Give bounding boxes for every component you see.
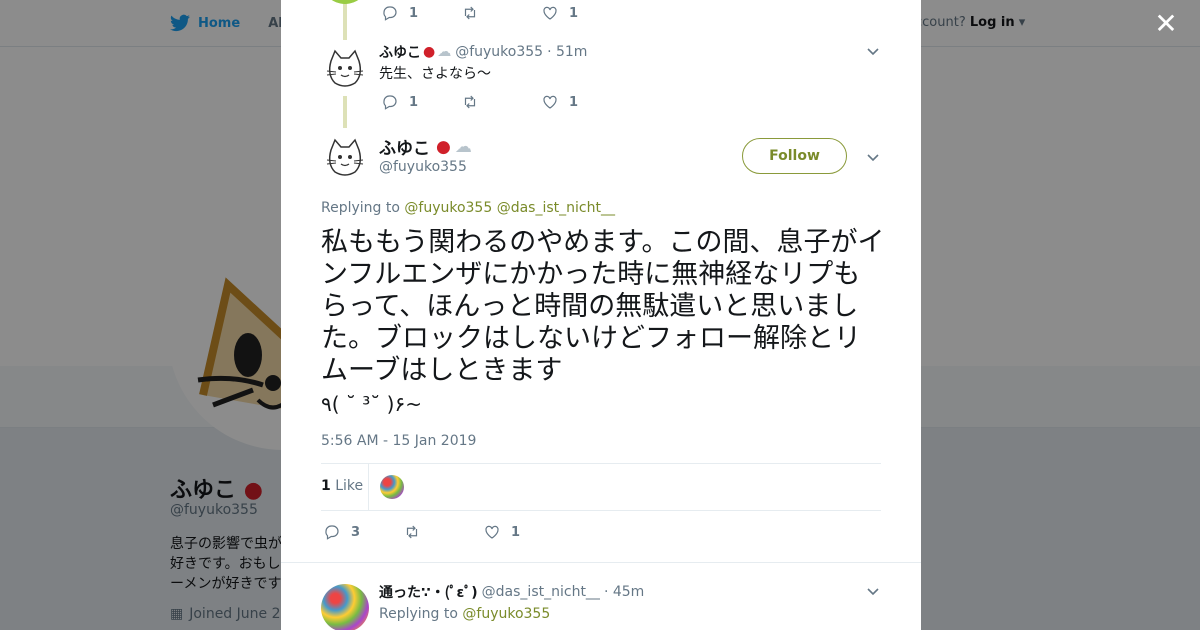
tweet-time[interactable]: · 45m (604, 584, 644, 600)
author-handle[interactable]: @das_ist_nicht__ (482, 584, 600, 600)
author-handle-row: @fuyuko355 (379, 159, 467, 175)
thread-connector (343, 0, 347, 40)
author-handle[interactable]: @fuyuko355 (379, 159, 467, 175)
like-stat-label: Like (335, 478, 364, 494)
author-name[interactable]: 通った∵・(ﾟεﾟ) (379, 582, 478, 602)
author-name[interactable]: ふゆこ (379, 42, 421, 62)
heart-icon (543, 6, 557, 20)
liker-avatar[interactable] (380, 475, 404, 499)
tweet-body: 私ももう関わるのやめます。この間、息子がインフルエンザにかかった時に無神経なリプ… (321, 227, 885, 386)
retweet-icon (464, 95, 476, 109)
reply-mention-link[interactable]: @fuyuko355 (462, 606, 550, 622)
balloon-icon: ● (423, 44, 436, 60)
chevron-down-icon[interactable] (866, 150, 880, 164)
avatar[interactable] (321, 584, 369, 630)
replying-to: Replying to @fuyuko355 @das_ist_nicht__ (321, 200, 615, 216)
reply-icon (383, 95, 397, 110)
balloon-icon: ● (436, 136, 451, 157)
cloud-icon: ☁ (437, 44, 452, 60)
close-icon[interactable]: ✕ (1154, 10, 1178, 38)
like-count: 1 (569, 5, 579, 21)
tweet-actions: 1 1 (381, 93, 621, 111)
cat-avatar-icon (326, 138, 364, 176)
like-stat-count: 1 (321, 478, 331, 494)
heart-icon (485, 525, 499, 539)
avatar[interactable] (321, 45, 369, 93)
like-button[interactable]: 1 (541, 4, 621, 22)
cloud-icon: ☁ (454, 136, 472, 157)
retweet-button[interactable] (403, 523, 483, 541)
tweet-timestamp[interactable]: 5:56 AM - 15 Jan 2019 (321, 433, 476, 449)
retweet-button[interactable] (461, 93, 541, 111)
tweet-header: ふゆこ ● ☁ @fuyuko355 · 51m (379, 42, 587, 62)
tweet-header: 通った∵・(ﾟεﾟ) @das_ist_nicht__ · 45m (379, 582, 644, 602)
like-count: 1 (569, 94, 579, 110)
reply-count: 1 (409, 94, 419, 110)
chevron-down-icon[interactable] (866, 44, 880, 58)
reply-button[interactable]: 1 (381, 93, 461, 111)
retweet-icon (406, 525, 418, 539)
retweet-button[interactable] (461, 4, 541, 22)
reply-count: 3 (351, 524, 361, 540)
stats-divider (368, 464, 369, 511)
replying-prefix: Replying to (379, 606, 458, 622)
tweet-text: 先生、さよなら〜 (379, 63, 491, 83)
avatar[interactable] (321, 134, 369, 182)
author-name-row: ふゆこ ● ☁ (379, 134, 472, 160)
kaomoji-text: ٩( ˘ ³˘ )۶~ (321, 392, 422, 416)
like-button[interactable]: 1 (541, 93, 621, 111)
chevron-down-icon[interactable] (866, 584, 880, 598)
cat-avatar-icon (326, 49, 364, 87)
retweet-icon (464, 6, 476, 20)
replying-prefix: Replying to (321, 200, 400, 216)
follow-button[interactable]: Follow (742, 138, 847, 174)
like-count: 1 (511, 524, 521, 540)
like-button[interactable]: 1 (483, 523, 563, 541)
tweet-time[interactable]: · 51m (547, 44, 587, 60)
reply-icon (325, 525, 339, 540)
replying-to: Replying to @fuyuko355 (379, 606, 550, 622)
author-handle[interactable]: @fuyuko355 (455, 44, 543, 60)
like-stat[interactable]: 1 Like (321, 478, 363, 494)
tweet-body: 先生、さよなら〜 (379, 66, 491, 82)
reply-button[interactable]: 3 (323, 523, 403, 541)
author-name[interactable]: ふゆこ (379, 134, 430, 159)
divider (281, 562, 921, 563)
reply-button[interactable]: 1 (381, 4, 461, 22)
reply-icon (383, 6, 397, 21)
tweet-actions: 1 1 (381, 4, 621, 22)
heart-icon (543, 95, 557, 109)
reply-mention-link[interactable]: @das_ist_nicht__ (497, 200, 615, 216)
tweet-stats: 1 Like (321, 463, 881, 511)
reply-count: 1 (409, 5, 419, 21)
tweet-actions: 3 1 (323, 523, 563, 541)
reply-mention-link[interactable]: @fuyuko355 (404, 200, 492, 216)
thread-connector (343, 96, 347, 128)
